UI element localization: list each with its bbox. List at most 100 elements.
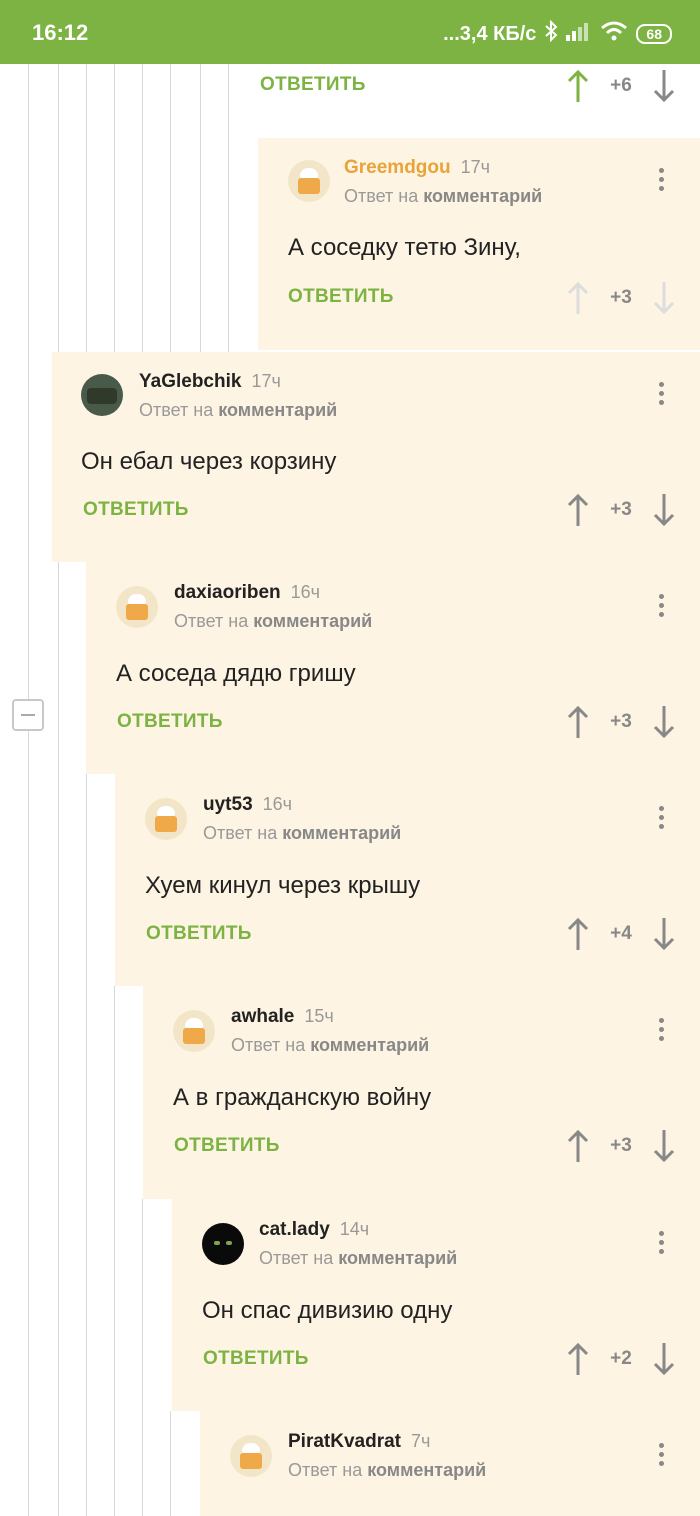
downvote-arrow-icon[interactable] xyxy=(652,492,676,528)
downvote-arrow-icon[interactable] xyxy=(652,280,676,316)
reply-to-link[interactable]: Ответ на комментарий xyxy=(231,1035,429,1056)
bluetooth-icon xyxy=(544,19,558,48)
vote-controls: +4 xyxy=(566,916,676,952)
comment-card: YaGlebchik 17ч Ответ на комментарий Он еб… xyxy=(52,352,700,562)
thread-line xyxy=(170,1411,171,1516)
upvote-arrow-icon[interactable] xyxy=(566,916,590,952)
comment-text: А в гражданскую войну xyxy=(173,1084,432,1111)
vote-controls: +3 xyxy=(566,704,676,740)
comment-card: cat.lady 14ч Ответ на комментарий Он спас… xyxy=(172,1199,700,1411)
thread-line xyxy=(86,774,87,1516)
reply-to-link[interactable]: Ответ на комментарий xyxy=(344,186,542,207)
avatar[interactable] xyxy=(81,374,123,416)
comment-text: Он спас дивизию одну xyxy=(202,1297,453,1324)
avatar[interactable] xyxy=(288,160,330,202)
thread-line xyxy=(86,64,87,354)
comment-author[interactable]: uyt53 16ч xyxy=(203,794,292,816)
comment-text: Хуем кинул через крышу xyxy=(145,872,421,899)
comment-time: 16ч xyxy=(290,582,321,602)
thread-line xyxy=(28,64,29,1516)
vote-controls: +3 xyxy=(566,492,676,528)
comment-time: 17ч xyxy=(460,157,491,177)
thread-line xyxy=(142,64,143,354)
thread-line xyxy=(200,64,201,354)
more-options-icon[interactable] xyxy=(659,1443,665,1470)
avatar[interactable] xyxy=(230,1435,272,1477)
comment-card: uyt53 16ч Ответ на комментарий Хуем кинул… xyxy=(115,774,700,986)
comment-card: PiratKvadrat 7ч Ответ на комментарий xyxy=(200,1411,700,1516)
comment-author[interactable]: Greemdgou 17ч xyxy=(344,157,490,179)
comment-text: А соседа дядю гришу xyxy=(116,660,356,687)
downvote-arrow-icon[interactable] xyxy=(652,1128,676,1164)
status-bar: 16:12 ...3,4 КБ/с 68 xyxy=(0,0,700,64)
comment-author[interactable]: cat.lady 14ч xyxy=(259,1219,369,1241)
downvote-arrow-icon[interactable] xyxy=(652,1341,676,1377)
comment-author[interactable]: PiratKvadrat 7ч xyxy=(288,1431,430,1453)
reply-button[interactable]: ОТВЕТИТЬ xyxy=(288,286,394,308)
upvote-arrow-icon[interactable] xyxy=(566,492,590,528)
vote-score: +6 xyxy=(610,75,632,96)
more-options-icon[interactable] xyxy=(659,168,665,195)
comment-card: daxiaoriben 16ч Ответ на комментарий А со… xyxy=(86,562,700,774)
vote-controls: +3 xyxy=(566,280,676,316)
more-options-icon[interactable] xyxy=(659,1018,665,1045)
reply-to-link[interactable]: Ответ на комментарий xyxy=(203,823,401,844)
comment-author[interactable]: daxiaoriben 16ч xyxy=(174,582,320,604)
reply-button[interactable]: ОТВЕТИТЬ xyxy=(260,74,366,96)
thread-line xyxy=(58,64,59,354)
comment-text: А соседку тетю Зину, xyxy=(288,234,521,261)
reply-to-link[interactable]: Ответ на комментарий xyxy=(174,611,372,632)
reply-to-link[interactable]: Ответ на комментарий xyxy=(288,1460,486,1481)
vote-controls: +6 xyxy=(566,68,676,104)
comment-time: 14ч xyxy=(339,1219,370,1239)
downvote-arrow-icon[interactable] xyxy=(652,68,676,104)
collapse-thread-button[interactable] xyxy=(12,699,44,731)
reply-to-link[interactable]: Ответ на комментарий xyxy=(259,1248,457,1269)
comment-author[interactable]: YaGlebchik 17ч xyxy=(139,371,281,393)
vote-score: +2 xyxy=(610,1348,632,1369)
reply-to-link[interactable]: Ответ на комментарий xyxy=(139,400,337,421)
thread-line xyxy=(228,64,229,354)
reply-button[interactable]: ОТВЕТИТЬ xyxy=(83,499,189,521)
signal-icon xyxy=(566,21,592,47)
avatar[interactable] xyxy=(145,798,187,840)
upvote-arrow-icon[interactable] xyxy=(566,704,590,740)
battery-icon: 68 xyxy=(636,24,672,44)
reply-button[interactable]: ОТВЕТИТЬ xyxy=(203,1348,309,1370)
more-options-icon[interactable] xyxy=(659,594,665,621)
avatar[interactable] xyxy=(173,1010,215,1052)
thread-line xyxy=(142,1199,143,1516)
upvote-arrow-icon[interactable] xyxy=(566,1341,590,1377)
vote-score: +3 xyxy=(610,499,632,520)
wifi-icon xyxy=(600,21,628,47)
upvote-arrow-icon[interactable] xyxy=(566,280,590,316)
comment-time: 17ч xyxy=(251,371,281,391)
comment-time: 15ч xyxy=(304,1006,334,1026)
more-options-icon[interactable] xyxy=(659,1231,665,1258)
reply-button[interactable]: ОТВЕТИТЬ xyxy=(146,923,252,945)
upvote-arrow-icon[interactable] xyxy=(566,1128,590,1164)
downvote-arrow-icon[interactable] xyxy=(652,916,676,952)
reply-button[interactable]: ОТВЕТИТЬ xyxy=(174,1135,280,1157)
thread-line xyxy=(58,562,59,1516)
thread-line xyxy=(114,986,115,1516)
thread-line xyxy=(170,64,171,354)
reply-button[interactable]: ОТВЕТИТЬ xyxy=(117,711,223,733)
vote-controls: +2 xyxy=(566,1341,676,1377)
comment-card: awhale 15ч Ответ на комментарий А в гражд… xyxy=(143,986,700,1199)
comment-time: 7ч xyxy=(411,1431,431,1451)
avatar[interactable] xyxy=(116,586,158,628)
comment-text: Он ебал через корзину xyxy=(81,448,337,475)
vote-controls: +3 xyxy=(566,1128,676,1164)
comment-author[interactable]: awhale 15ч xyxy=(231,1006,334,1028)
downvote-arrow-icon[interactable] xyxy=(652,704,676,740)
vote-score: +3 xyxy=(610,711,632,732)
more-options-icon[interactable] xyxy=(659,806,665,833)
more-options-icon[interactable] xyxy=(659,382,665,409)
upvote-arrow-icon[interactable] xyxy=(566,68,590,104)
comment-time: 16ч xyxy=(262,794,293,814)
status-time: 16:12 xyxy=(32,20,89,45)
vote-score: +4 xyxy=(610,923,632,944)
thread-line xyxy=(114,64,115,354)
avatar[interactable] xyxy=(202,1223,244,1265)
